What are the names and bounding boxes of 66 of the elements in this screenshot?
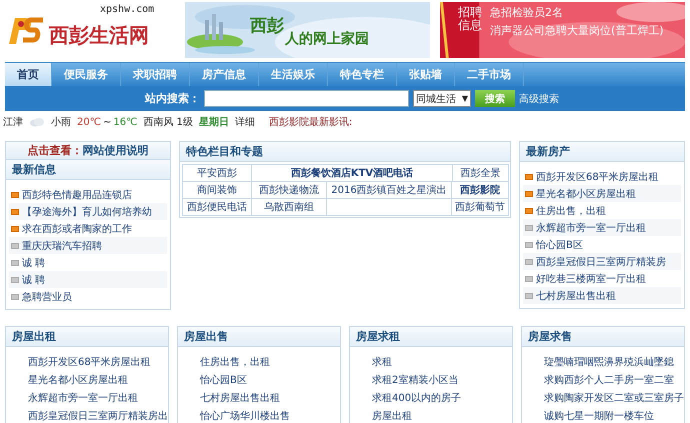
scope-value: 同城生活 [416,92,456,106]
property-item[interactable]: 住房出售，出租 [523,202,681,219]
recruit-label: 招聘信息 [457,4,483,34]
listing-link[interactable]: 琁璺喃瑁咽煕濞界殑浜屾墜鎴 [544,353,684,371]
topic-link[interactable]: 西彭葡萄节 [451,198,509,216]
panel-title: 房屋求售 [522,327,684,347]
scope-dropdown[interactable]: 同城生活 ▼ [413,90,471,107]
property-item[interactable]: 西彭开发区68平米房屋出租 [523,168,681,185]
news-item[interactable]: 诚 聘 [9,254,167,271]
banner-slogan: 人的网上家园 [285,30,369,48]
site-logo-name[interactable]: 西彭生活网 [49,22,149,48]
panel-title: 最新房产 [520,142,684,162]
topic-link[interactable]: 西彭便民电话 [182,198,252,216]
listing-link[interactable]: 求购陶家开发区二室或三室房子 [544,389,684,407]
property-item[interactable]: 七村房屋出售出租 [523,287,681,304]
panel-title: 特色栏目和专题 [180,142,510,162]
low-temperature: 16℃ [113,116,138,128]
listing-link[interactable]: 怡心广场华川楼出售 [200,407,340,423]
banner-title: 西彭 [250,15,284,37]
news-item[interactable]: 诚 聘 [9,271,167,288]
listing-link[interactable]: 房屋出租 [372,407,512,423]
wind: 西南风 1级 [143,116,193,129]
cinema-news: 西彭影院最新影讯: [268,116,352,129]
topic-link[interactable]: 西彭全景 [452,164,509,182]
property-item[interactable]: 好吃巷三楼两室一厅出租 [523,270,681,287]
news-item[interactable]: 急聘营业员 [9,288,167,305]
weekday: 星期日 [198,116,229,129]
topic-link[interactable]: 平安西彭 [182,164,252,182]
panel-title: 最新信息 [6,160,170,180]
panel-title: 房屋出售 [178,327,340,347]
listing-link[interactable]: 七村房屋出售出租 [200,389,340,407]
search-field[interactable] [204,90,409,107]
listing-link[interactable]: 西彭皇冠假日三室两厅精装房出 [28,407,168,423]
weather-detail-link[interactable]: 详细 [234,115,255,129]
nav-tab[interactable]: 首页 [5,63,52,86]
property-item[interactable]: 怡心园B区 [523,236,681,253]
notice-label: 点击查看： [28,143,82,158]
news-item[interactable]: 【孕途海外】育儿如何培养幼 [9,203,167,220]
dropdown-arrow: ▼ [462,94,468,103]
news-item[interactable]: 西彭特色情趣用品连锁店 [9,186,167,203]
usage-guide-link[interactable]: 网站使用说明 [82,143,148,158]
site-url: xpshw.com [100,4,154,15]
city: 江津 [3,116,23,129]
listing-link[interactable]: 求购西彭个人二手房一室二室 [544,371,684,389]
advanced-search-link[interactable]: 高级搜索 [519,92,559,106]
listing-link[interactable]: 求租 [372,353,512,371]
property-item[interactable]: 永辉超市旁一室一厅出租 [523,219,681,236]
cloud-icon [29,118,45,126]
listing-link[interactable]: 永辉超市旁一室一厅出租 [28,389,168,407]
listing-link[interactable]: 西彭开发区68平米房屋出租 [28,353,168,371]
listing-link[interactable]: 诚购七星一期附一楼车位 [544,407,684,423]
panel-title: 房屋求租 [350,327,512,347]
listing-link[interactable]: 求租2室精装小区当 [372,371,512,389]
temperature-separator: ~ [102,116,112,128]
listing-link[interactable]: 住房出售，出租 [200,353,340,371]
listing-link[interactable]: 怡心园B区 [200,371,340,389]
high-temperature: 20℃ [77,116,101,128]
listing-link[interactable]: 求租400以内的房子 [372,389,512,407]
property-item[interactable]: 西彭皇冠假日三室两厅精装房 [523,253,681,270]
news-item[interactable]: 求在西彭或者陶家的工作 [9,220,167,237]
weather-condition: 小雨 [51,116,71,129]
property-item[interactable]: 星光名都小区房屋出租 [523,185,681,202]
news-item[interactable]: 重庆庆瑞汽车招聘 [9,237,167,254]
panel-title: 房屋出租 [6,327,168,347]
listing-link[interactable]: 星光名都小区房屋出租 [28,371,168,389]
search-label: 站内搜索： [145,91,200,106]
